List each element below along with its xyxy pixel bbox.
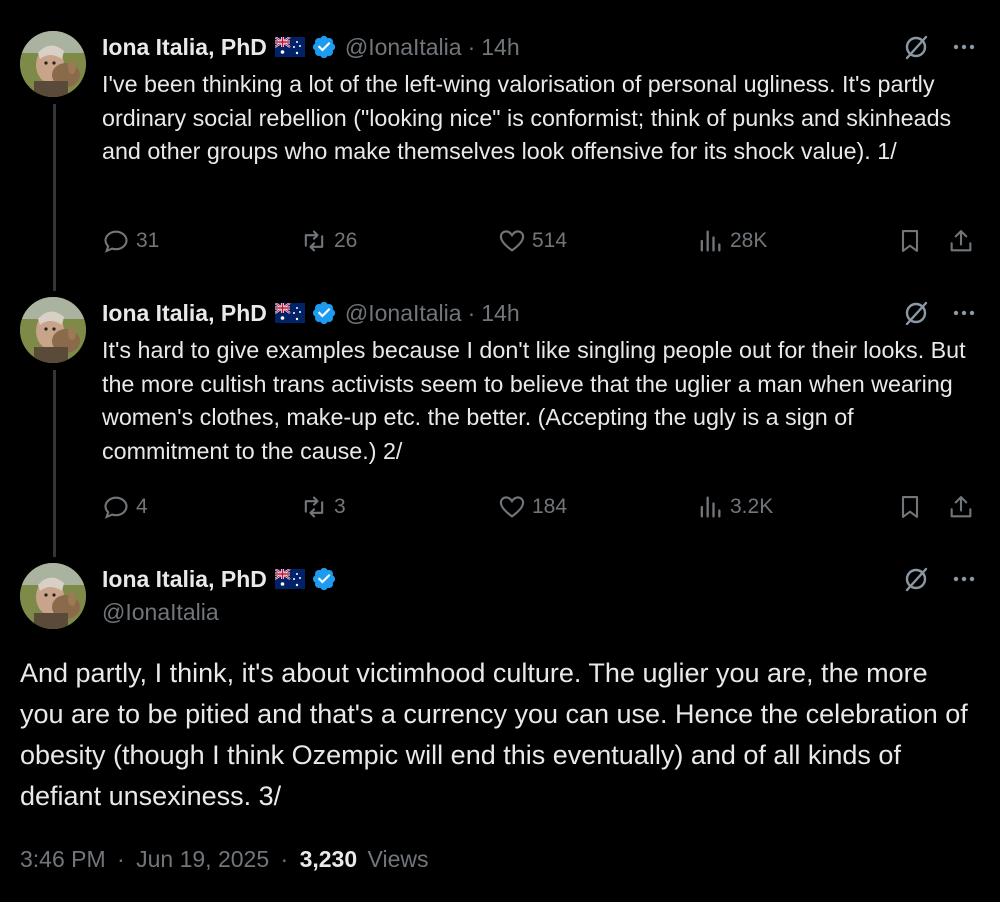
thread-line-1 [53, 104, 56, 291]
reply-icon [102, 227, 130, 255]
share-icon [947, 493, 975, 521]
tweet-2-top-icons [902, 299, 978, 327]
verified-badge-icon[interactable] [311, 300, 337, 326]
verified-badge-icon[interactable] [311, 566, 337, 592]
author-name[interactable]: Iona Italia, PhD [102, 566, 267, 593]
bookmark-icon [896, 227, 924, 255]
like-icon [498, 493, 526, 521]
australia-flag-icon [275, 569, 305, 589]
views-label: Views [367, 846, 429, 872]
grok-icon[interactable] [902, 33, 930, 61]
separator-dot: · [467, 299, 476, 326]
main-tweet-meta: 3:46 PM · Jun 19, 2025 · 3,230 Views [20, 846, 428, 873]
views-total[interactable]: 3,230 [300, 846, 358, 872]
author-name[interactable]: Iona Italia, PhD [102, 34, 267, 61]
author-handle[interactable]: @IonaItalia [102, 599, 219, 626]
reply-count: 31 [136, 229, 160, 252]
thread-line-2 [53, 370, 56, 557]
like-count: 514 [532, 229, 568, 252]
avatar[interactable] [20, 31, 86, 97]
reply-button[interactable]: 4 [102, 490, 148, 524]
main-tweet-header: Iona Italia, PhD [102, 563, 337, 595]
tweet-timestamp[interactable]: 14h [481, 300, 519, 327]
views-button[interactable]: 3.2K [696, 490, 773, 524]
bookmark-icon [896, 493, 924, 521]
separator-dot: · [467, 33, 476, 60]
repost-count: 26 [334, 229, 358, 252]
avatar[interactable] [20, 297, 86, 363]
repost-icon [300, 227, 328, 255]
views-icon [696, 227, 724, 255]
repost-button[interactable]: 3 [300, 490, 346, 524]
main-tweet-top-icons [902, 565, 978, 593]
author-handle[interactable]: @IonaItalia [345, 300, 462, 327]
tweet-date[interactable]: Jun 19, 2025 [136, 846, 269, 872]
more-icon[interactable] [950, 299, 978, 327]
tweet-time[interactable]: 3:46 PM [20, 846, 106, 872]
author-handle[interactable]: @IonaItalia [345, 34, 462, 61]
reply-count: 4 [136, 495, 148, 518]
repost-count: 3 [334, 495, 346, 518]
share-button[interactable] [947, 490, 981, 524]
more-icon[interactable] [950, 565, 978, 593]
repost-button[interactable]: 26 [300, 224, 357, 258]
verified-badge-icon[interactable] [311, 34, 337, 60]
views-count: 28K [730, 229, 768, 252]
australia-flag-icon [275, 37, 305, 57]
reply-button[interactable]: 31 [102, 224, 159, 258]
views-icon [696, 493, 724, 521]
tweet-2-header: Iona Italia, PhD @IonaItalia · 14h [102, 297, 520, 329]
main-tweet-handle-row: @IonaItalia [102, 596, 219, 628]
separator-dot: · [117, 846, 125, 872]
like-button[interactable]: 184 [498, 490, 567, 524]
tweet-2-text: It's hard to give examples because I don… [102, 337, 966, 464]
reply-icon [102, 493, 130, 521]
main-tweet-text: And partly, I think, it's about victimho… [20, 658, 968, 811]
share-button[interactable] [947, 224, 981, 258]
grok-icon[interactable] [902, 299, 930, 327]
like-button[interactable]: 514 [498, 224, 567, 258]
bookmark-button[interactable] [896, 490, 930, 524]
more-icon[interactable] [950, 33, 978, 61]
grok-icon[interactable] [902, 565, 930, 593]
author-name[interactable]: Iona Italia, PhD [102, 300, 267, 327]
bookmark-button[interactable] [896, 224, 930, 258]
separator-dot: · [280, 846, 289, 872]
australia-flag-icon [275, 303, 305, 323]
tweet-1-text: I've been thinking a lot of the left-win… [102, 71, 952, 164]
tweet-1-top-icons [902, 33, 978, 61]
repost-icon [300, 493, 328, 521]
tweet-1-actions: 31 26 514 28K [102, 224, 977, 258]
tweet-2-actions: 4 3 184 3.2K [102, 490, 977, 524]
tweet-timestamp[interactable]: 14h [481, 34, 519, 61]
tweet-1-header: Iona Italia, PhD @IonaItalia · 14h [102, 31, 520, 63]
like-icon [498, 227, 526, 255]
share-icon [947, 227, 975, 255]
avatar[interactable] [20, 563, 86, 629]
views-button[interactable]: 28K [696, 224, 767, 258]
views-count: 3.2K [730, 495, 774, 518]
like-count: 184 [532, 495, 568, 518]
